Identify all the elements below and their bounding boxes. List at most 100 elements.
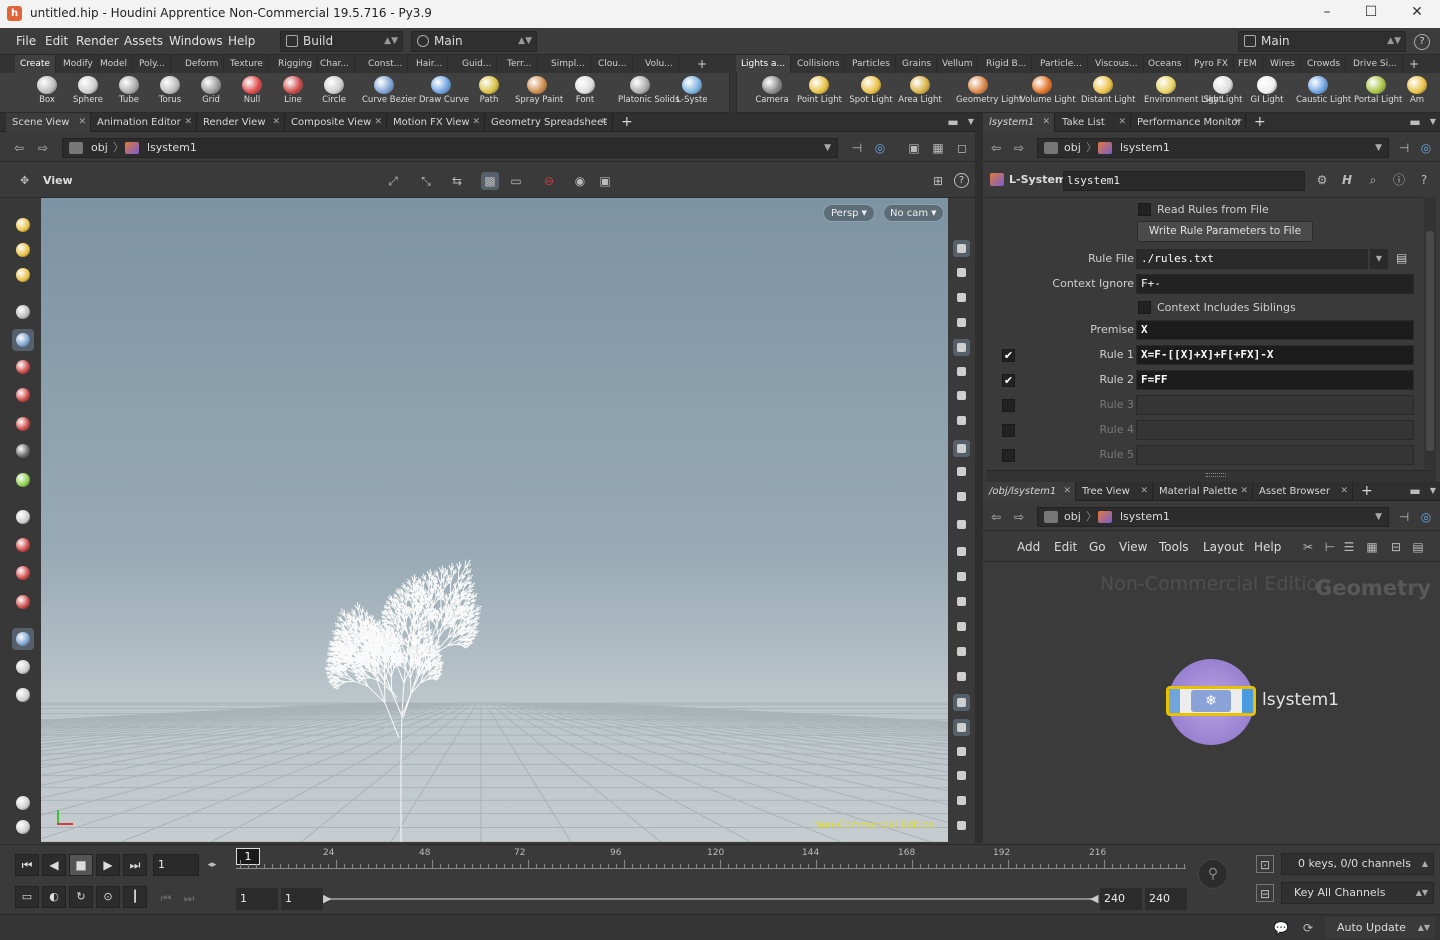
snapshot-icon[interactable]: ▭	[507, 172, 525, 190]
pane-splitter[interactable]	[986, 470, 1436, 482]
tab-lsystem1[interactable]: lsystem1 ✕	[983, 113, 1055, 132]
checker-icon[interactable]	[953, 719, 970, 736]
file-chooser-icon[interactable]: ▤	[1396, 251, 1410, 265]
channel-list-icon[interactable]: ⊟	[1256, 884, 1274, 902]
timeline-ruler[interactable]: 1 24 48 72 96 120 144 168 192 216	[236, 848, 1186, 876]
add-tab-icon[interactable]: +	[615, 113, 633, 132]
wireframe-icon[interactable]: ▩	[481, 172, 499, 190]
tab-performance-monitor[interactable]: Performance Monitor ✕	[1131, 113, 1246, 132]
shelf-tab-oceans[interactable]: Oceans	[1143, 55, 1188, 73]
pen-icon[interactable]	[953, 543, 970, 560]
tool-draw-curve[interactable]: Draw Curve	[419, 76, 469, 105]
display-icon[interactable]	[953, 264, 970, 281]
rule-field[interactable]	[1136, 420, 1414, 440]
shelf-tab-volu[interactable]: Volu...	[640, 55, 679, 73]
light-icon[interactable]	[953, 387, 970, 404]
magnet-icon[interactable]	[12, 591, 34, 613]
tool-gi-light[interactable]: GI Light	[1245, 76, 1289, 105]
rule-field[interactable]: X=F-[[X]+X]+F[+FX]-X	[1136, 345, 1414, 365]
stop-icon[interactable]: ⊖	[540, 172, 558, 190]
right-desktop-select[interactable]: Main ▲▼	[1238, 31, 1406, 52]
ruler-button[interactable]: ┃	[123, 886, 147, 908]
tool-distant-light[interactable]: Distant Light	[1081, 76, 1136, 105]
list-icon[interactable]: ☰	[1340, 538, 1358, 556]
parm-path-field[interactable]: obj 〉 lsystem1 ▼	[1037, 138, 1389, 158]
tool-point-light[interactable]: Point Light	[797, 76, 842, 105]
shade-icon[interactable]	[953, 694, 970, 711]
jump-start-button[interactable]: ⏮	[15, 854, 39, 876]
secure-selection-icon[interactable]: ⇆	[448, 172, 466, 190]
menu-edit[interactable]: Edit	[45, 34, 68, 48]
playback-end-field[interactable]: 240	[1100, 888, 1142, 910]
path-root[interactable]: obj	[91, 139, 108, 157]
network-menu-edit[interactable]: Edit	[1054, 540, 1077, 554]
tool-volume-light[interactable]: Volume Light	[1020, 76, 1076, 105]
scene-path-field[interactable]: obj 〉 lsystem1 ▼	[62, 138, 838, 158]
tab-asset-browser[interactable]: Asset Browser ✕	[1253, 482, 1353, 501]
tool-tube[interactable]: Tube	[107, 76, 151, 105]
prev-key-icon[interactable]: ⏮	[157, 889, 175, 907]
transform-icon[interactable]	[12, 413, 34, 435]
tool-path[interactable]: Path	[467, 76, 511, 105]
flag-icon[interactable]	[953, 743, 970, 760]
tool-caustic-light[interactable]: Caustic Light	[1296, 76, 1351, 105]
playback-start-field[interactable]: 1	[281, 888, 323, 910]
shelf-tab-wires[interactable]: Wires	[1265, 55, 1301, 73]
pick-icon[interactable]: ⤡	[417, 172, 435, 190]
rule-field[interactable]	[1136, 445, 1414, 465]
network-menu-layout[interactable]: Layout	[1203, 540, 1244, 554]
chevron-down-icon[interactable]: ▼	[1424, 113, 1440, 131]
desktop-select[interactable]: Build ▲▼	[280, 31, 403, 52]
keyframe-toggle-icon[interactable]: ⊡	[1256, 855, 1274, 873]
sphere-icon[interactable]	[953, 339, 970, 356]
path-node[interactable]: lsystem1	[147, 139, 197, 157]
path-root[interactable]: obj	[1064, 139, 1081, 157]
context-siblings-checkbox[interactable]	[1138, 301, 1151, 314]
path-node[interactable]: lsystem1	[1120, 139, 1170, 157]
trash-icon[interactable]	[953, 817, 970, 834]
refresh-icon[interactable]: ⟳	[1299, 919, 1317, 937]
read-rules-checkbox[interactable]	[1138, 203, 1151, 216]
pane-layout-icon[interactable]: ▬	[1406, 482, 1424, 500]
chevron-down-icon[interactable]: ▼	[1375, 508, 1382, 526]
rule-field[interactable]	[1136, 395, 1414, 415]
view-menu-label[interactable]: View	[43, 174, 73, 187]
select-icon[interactable]	[12, 214, 34, 236]
pin-icon[interactable]: ⊣	[1395, 139, 1413, 157]
step-back-icon[interactable]: ◂▸	[203, 856, 221, 874]
range-start-field[interactable]: 1	[236, 888, 278, 910]
camera-icon[interactable]	[953, 440, 970, 457]
brush-icon[interactable]	[953, 568, 970, 585]
tool-torus[interactable]: Torus	[148, 76, 192, 105]
menu-windows[interactable]: Windows	[169, 34, 223, 48]
tree-icon[interactable]: ⊢	[1321, 538, 1339, 556]
tab-motion-fx-view[interactable]: Motion FX View ✕	[387, 113, 485, 132]
shelf-tab-poly[interactable]: Poly...	[134, 55, 171, 73]
tool-platonic-solids[interactable]: Platonic Solids	[618, 76, 680, 105]
chat-icon[interactable]: 💬	[1272, 919, 1290, 937]
play-reverse-button[interactable]: ◀	[42, 854, 66, 876]
range-slider[interactable]	[327, 898, 1097, 900]
tool-spot-light[interactable]: Spot Light	[849, 76, 893, 105]
shelf-tab-rigging[interactable]: Rigging	[273, 55, 319, 73]
pin-icon[interactable]: ⊣	[848, 139, 866, 157]
tool-grid[interactable]: Grid	[189, 76, 233, 105]
range-start-handle[interactable]: ▶	[323, 892, 331, 905]
close-icon[interactable]: ✕	[272, 113, 280, 132]
current-frame-field[interactable]: 1	[153, 854, 199, 876]
play-forward-button[interactable]: ▶	[96, 854, 120, 876]
tab-render-view[interactable]: Render View ✕	[197, 113, 285, 132]
lens-icon[interactable]	[953, 463, 970, 480]
help-icon[interactable]: ?	[1414, 34, 1430, 50]
key-icon[interactable]: ⚲	[1198, 859, 1228, 889]
network-path-field[interactable]: obj 〉 lsystem1 ▼	[1037, 507, 1389, 527]
shelf-tab-modify[interactable]: Modify	[58, 55, 99, 73]
tab-tree-view[interactable]: Tree View ✕	[1076, 482, 1153, 501]
shelf-tab-model[interactable]: Model	[95, 55, 134, 73]
close-icon[interactable]: ✕	[1233, 113, 1241, 132]
jump-end-button[interactable]: ⏭	[123, 854, 147, 876]
flipbook-icon[interactable]: ◉	[571, 172, 589, 190]
two-icon[interactable]	[953, 593, 970, 610]
rule-file-field[interactable]: ./rules.txt	[1136, 249, 1368, 269]
move-icon[interactable]	[12, 239, 34, 261]
